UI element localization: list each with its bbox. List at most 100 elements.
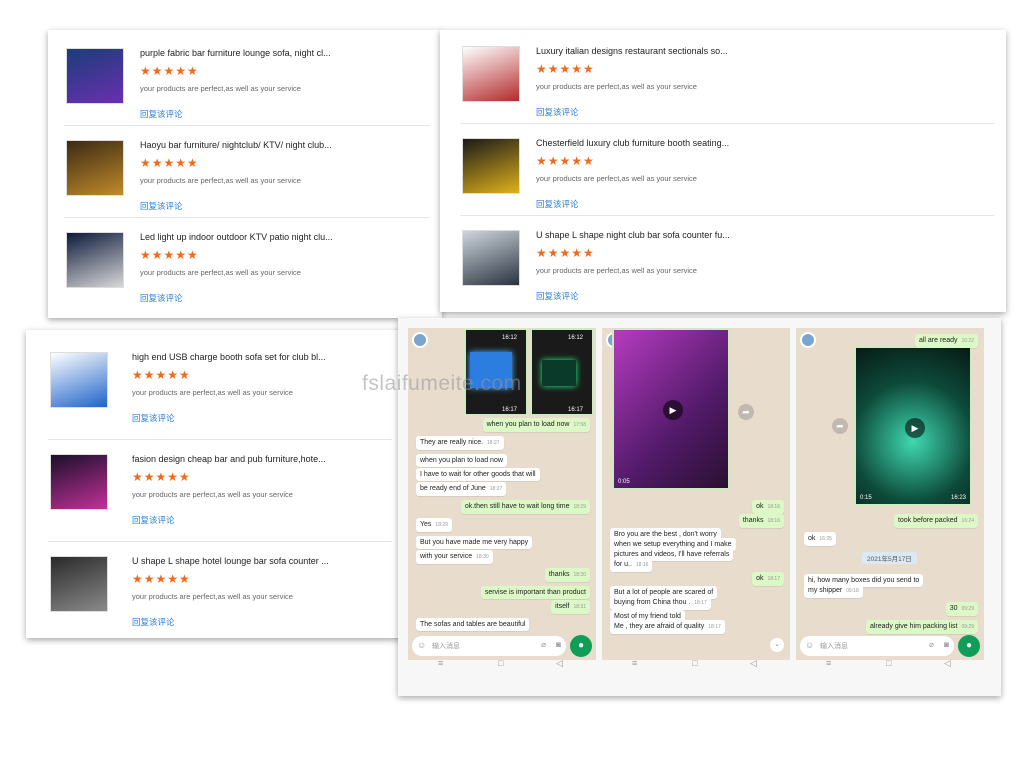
product-title[interactable]: fasion design cheap bar and pub furnitur… — [132, 454, 326, 464]
message-time: 16:25 — [819, 536, 832, 542]
back-icon[interactable] — [800, 332, 816, 348]
play-icon[interactable]: ▶ — [905, 418, 925, 438]
star-rating: ★★★★★ — [140, 156, 199, 170]
message-time: 09:18 — [846, 588, 859, 594]
home-icon[interactable]: □ — [692, 658, 697, 668]
forward-icon[interactable]: ➦ — [738, 404, 754, 420]
message-text: Most of my friend told — [614, 613, 681, 620]
reply-link[interactable]: 回复该评论 — [140, 292, 183, 304]
message-text: ok — [808, 535, 816, 542]
menu-icon[interactable]: ≡ — [632, 658, 637, 668]
review-item: fasion design cheap bar and pub furnitur… — [48, 440, 392, 542]
incoming-message[interactable]: when you plan to load now — [416, 454, 507, 467]
outgoing-message[interactable]: took before packed 16:24 — [893, 514, 978, 528]
message-text: already give him packing list — [869, 623, 958, 630]
product-thumbnail[interactable] — [462, 230, 520, 286]
message-text: when you plan to load now — [420, 457, 503, 464]
incoming-message[interactable]: Yes 18:29 — [416, 518, 452, 532]
reply-link[interactable]: 回复该评论 — [536, 198, 579, 210]
incoming-message[interactable]: my shipper 09:18 — [804, 584, 863, 598]
play-icon[interactable]: ▶ — [663, 400, 683, 420]
incoming-message[interactable]: But you have made me very happy — [416, 536, 533, 549]
message-input[interactable]: ☺ 输入消息 ⌀ ◙ — [800, 636, 954, 656]
menu-icon[interactable]: ≡ — [826, 658, 831, 668]
outgoing-message[interactable]: when you plan to load now 17:58 — [482, 418, 590, 432]
chat-video[interactable]: ▶ 0:15 16:23 — [854, 346, 972, 506]
home-icon[interactable]: □ — [886, 658, 891, 668]
product-thumbnail[interactable] — [462, 138, 520, 194]
emoji-icon[interactable]: ☺ — [417, 640, 426, 650]
camera-icon[interactable]: ◙ — [556, 640, 561, 649]
incoming-message[interactable]: for u.. 18:16 — [610, 558, 653, 572]
mic-button[interactable]: ● — [958, 635, 980, 657]
incoming-message[interactable]: Me , they are afraid of quality 18:17 — [610, 620, 725, 634]
review-item: U shape L shape hotel lounge bar sofa co… — [48, 542, 392, 638]
message-text: buying from China thou . — [614, 599, 691, 606]
product-title[interactable]: Led light up indoor outdoor KTV patio ni… — [140, 232, 333, 242]
star-rating: ★★★★★ — [132, 470, 191, 484]
product-title[interactable]: high end USB charge booth sofa set for c… — [132, 352, 326, 362]
product-thumbnail[interactable] — [66, 48, 124, 104]
mic-button[interactable]: ● — [570, 635, 592, 657]
forward-icon[interactable]: ➦ — [832, 418, 848, 434]
reply-link[interactable]: 回复该评论 — [132, 616, 175, 628]
review-text: your products are perfect,as well as you… — [536, 82, 697, 91]
product-thumbnail[interactable] — [66, 140, 124, 196]
product-thumbnail[interactable] — [462, 46, 520, 102]
outgoing-message[interactable]: ok 18:16 — [752, 500, 784, 514]
back-nav-icon[interactable]: ◁ — [556, 658, 563, 669]
star-rating: ★★★★★ — [132, 572, 191, 586]
product-thumbnail[interactable] — [50, 556, 108, 612]
reply-link[interactable]: 回复该评论 — [140, 200, 183, 212]
incoming-message[interactable]: I have to wait for other goods that will — [416, 468, 540, 481]
product-thumbnail[interactable] — [66, 232, 124, 288]
incoming-message[interactable]: with your service 18:30 — [416, 550, 493, 564]
home-icon[interactable]: □ — [498, 658, 503, 668]
product-title[interactable]: Luxury italian designs restaurant sectio… — [536, 46, 728, 56]
chat-video[interactable]: ▶ 0:05 — [612, 328, 730, 490]
message-time: 16:24 — [961, 518, 974, 524]
outgoing-message[interactable]: thanks 18:16 — [738, 514, 784, 528]
reply-link[interactable]: 回复该评论 — [536, 290, 579, 302]
reply-link[interactable]: 回复该评论 — [132, 412, 175, 424]
incoming-message[interactable]: be ready end of June 18:27 — [416, 482, 507, 496]
outgoing-message[interactable]: itself 18:31 — [551, 600, 590, 614]
attach-icon[interactable]: ⌀ — [929, 640, 934, 649]
reply-link[interactable]: 回复该评论 — [132, 514, 175, 526]
incoming-message[interactable]: The sofas and tables are beautiful — [416, 618, 530, 631]
input-placeholder: 输入消息 — [432, 643, 460, 650]
reply-link[interactable]: 回复该评论 — [536, 106, 579, 118]
back-nav-icon[interactable]: ◁ — [944, 658, 951, 669]
reply-link[interactable]: 回复该评论 — [140, 108, 183, 120]
chat-image-2[interactable]: 16:12 16:17 — [530, 328, 594, 416]
product-title[interactable]: U shape L shape night club bar sofa coun… — [536, 230, 730, 240]
image-time: 16:12 — [568, 335, 584, 341]
outgoing-message[interactable]: thanks 18:30 — [544, 568, 590, 582]
attach-icon[interactable]: ⌀ — [541, 640, 546, 649]
menu-icon[interactable]: ≡ — [438, 658, 443, 668]
message-input[interactable]: ☺ 输入消息 ⌀ ◙ — [412, 636, 566, 656]
incoming-message[interactable]: buying from China thou . 18:17 — [610, 596, 711, 610]
message-text: ok — [756, 503, 764, 510]
product-title[interactable]: U shape L shape hotel lounge bar sofa co… — [132, 556, 329, 566]
product-thumbnail[interactable] — [50, 352, 108, 408]
emoji-icon[interactable]: ☺ — [805, 640, 814, 650]
product-title[interactable]: purple fabric bar furniture lounge sofa,… — [140, 48, 331, 58]
outgoing-message[interactable]: already give him packing list 09:29 — [865, 620, 978, 634]
incoming-message[interactable]: They are really nice. 18:27 — [416, 436, 504, 450]
product-title[interactable]: Chesterfield luxury club furniture booth… — [536, 138, 729, 148]
outgoing-message[interactable]: servise is important than product — [480, 586, 590, 599]
outgoing-message[interactable]: all are ready 16:22 — [914, 334, 978, 348]
scroll-down-icon[interactable]: ⌄ — [770, 638, 784, 652]
outgoing-message[interactable]: ok.then still have to wait long time 18:2… — [460, 500, 590, 514]
message-text: thanks — [742, 517, 764, 524]
camera-icon[interactable]: ◙ — [944, 640, 949, 649]
outgoing-message[interactable]: 30 09:29 — [945, 602, 978, 616]
outgoing-message[interactable]: ok 18:17 — [752, 572, 784, 586]
incoming-message[interactable]: ok 16:25 — [804, 532, 836, 546]
product-title[interactable]: Haoyu bar furniture/ nightclub/ KTV/ nig… — [140, 140, 332, 150]
message-text: Bro you are the best , don't worry — [614, 531, 717, 538]
back-nav-icon[interactable]: ◁ — [750, 658, 757, 669]
back-icon[interactable] — [412, 332, 428, 348]
product-thumbnail[interactable] — [50, 454, 108, 510]
